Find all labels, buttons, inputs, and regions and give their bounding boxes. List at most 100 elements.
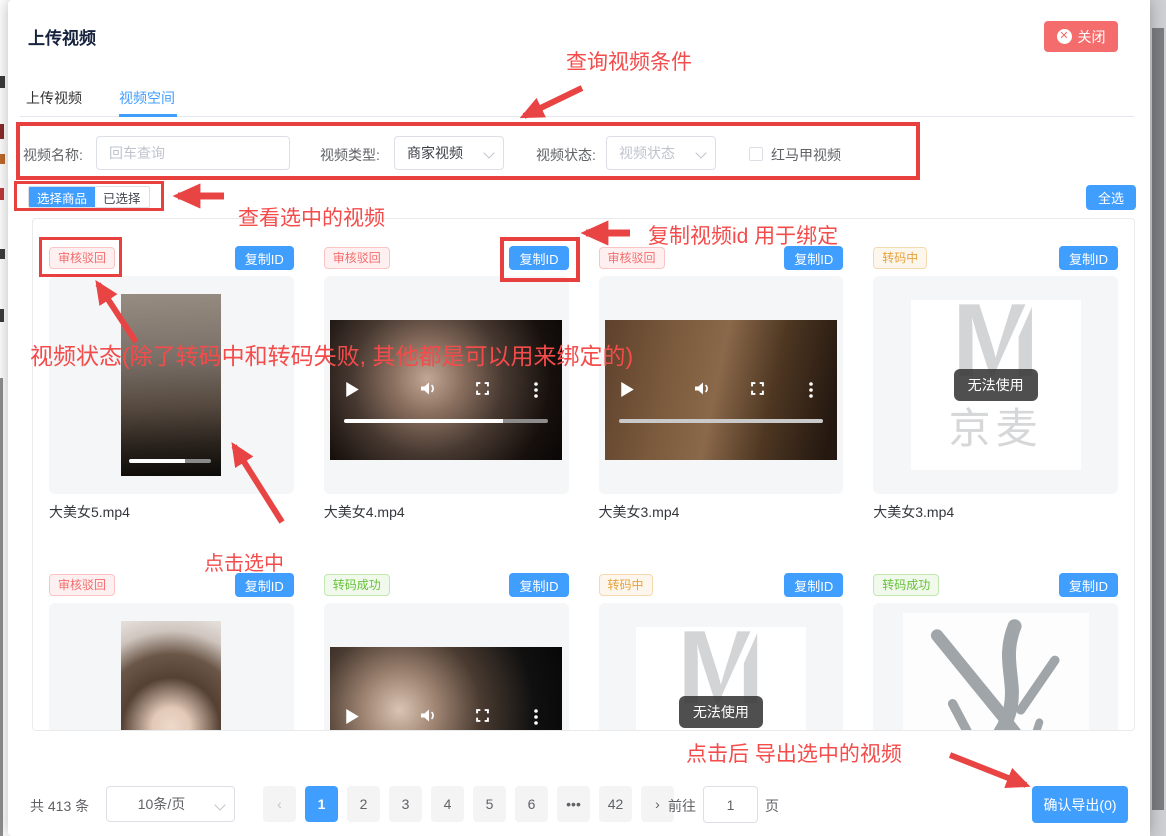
- select-all-button[interactable]: 全选: [1086, 185, 1136, 210]
- select-product-toggle[interactable]: 选择商品: [29, 187, 95, 207]
- pager: ‹ 1 2 3 4 5 6 ••• 42 ›: [263, 786, 674, 822]
- video-thumbnail[interactable]: [49, 603, 294, 731]
- fullscreen-icon: [476, 382, 489, 395]
- page-button-5[interactable]: 5: [473, 786, 506, 822]
- annotation-status-note: 视频状态(除了转码中和转码失败, 其他都是可以用来绑定的): [30, 337, 633, 371]
- status-badge: 审核驳回: [49, 247, 115, 269]
- video-thumbnail[interactable]: [49, 276, 294, 494]
- card-header: 审核驳回 复制ID: [599, 247, 844, 269]
- volume-icon: [421, 709, 436, 722]
- kebab-icon: [534, 709, 538, 725]
- video-filename: 大美女3.mp4: [599, 502, 844, 522]
- volume-icon: [421, 382, 436, 395]
- volume-icon: [695, 382, 710, 395]
- card-header: 转码成功 复制ID: [873, 574, 1118, 596]
- copy-id-button[interactable]: 复制ID: [509, 246, 568, 270]
- more-pages-button[interactable]: •••: [557, 786, 590, 822]
- video-thumbnail[interactable]: M 无法使用: [599, 603, 844, 731]
- video-preview: [330, 647, 562, 731]
- background-page-left-strip: [0, 0, 8, 836]
- annotation-export-note: 点击后 导出选中的视频: [686, 738, 902, 768]
- fullscreen-icon: [751, 382, 764, 395]
- page-button-4[interactable]: 4: [431, 786, 464, 822]
- tab-video-space[interactable]: 视频空间: [119, 88, 175, 108]
- video-progress-bar: [619, 419, 823, 423]
- selected-toggle[interactable]: 已选择: [95, 187, 149, 207]
- status-badge: 审核驳回: [324, 247, 390, 269]
- status-badge: 转码中: [873, 247, 927, 269]
- chevron-down-icon: [695, 147, 706, 158]
- annotation-query-condition: 查询视频条件: [566, 46, 692, 76]
- video-name-label: 视频名称:: [23, 145, 83, 165]
- unusable-overlay: 无法使用: [954, 369, 1038, 401]
- page-button-1[interactable]: 1: [305, 786, 338, 822]
- page-button-3[interactable]: 3: [389, 786, 422, 822]
- video-preview: [121, 621, 221, 731]
- copy-id-button[interactable]: 复制ID: [784, 573, 843, 597]
- copy-id-button[interactable]: 复制ID: [1059, 573, 1118, 597]
- background-text-fragment: [0, 154, 5, 164]
- video-progress-bar: [344, 419, 548, 423]
- video-name-input[interactable]: [96, 136, 290, 170]
- goto-page-unit: 页: [765, 796, 779, 816]
- copy-id-button[interactable]: 复制ID: [509, 573, 568, 597]
- status-badge: 审核驳回: [49, 574, 115, 596]
- play-icon: [346, 709, 359, 724]
- red-vest-checkbox[interactable]: [749, 147, 763, 161]
- video-thumbnail[interactable]: M 京麦 无法使用: [873, 276, 1118, 494]
- card-header: 转码中 复制ID: [599, 574, 844, 596]
- status-badge: 转码成功: [873, 574, 939, 596]
- video-card: 审核驳回 复制ID 大美女4.mp4: [324, 247, 569, 522]
- kebab-icon: [534, 382, 538, 398]
- annotation-click-select: 点击选中: [204, 547, 284, 576]
- kebab-icon: [809, 382, 813, 398]
- prev-page-button[interactable]: ‹: [263, 786, 296, 822]
- page-size-value: 10条/页: [138, 794, 185, 814]
- unusable-overlay: 无法使用: [679, 696, 763, 728]
- red-vest-checkbox-label: 红马甲视频: [771, 145, 841, 165]
- video-filename: 大美女5.mp4: [49, 502, 294, 522]
- close-button-label: 关闭: [1078, 27, 1106, 47]
- scrollbar[interactable]: [1152, 28, 1164, 810]
- total-count: 共 413 条: [30, 796, 89, 816]
- video-controls: [605, 382, 837, 402]
- copy-id-button[interactable]: 复制ID: [1059, 246, 1118, 270]
- copy-id-button[interactable]: 复制ID: [235, 573, 294, 597]
- card-header: 审核驳回 复制ID: [324, 247, 569, 269]
- video-grid-row: 审核驳回 复制ID 转码成功 复制ID: [49, 574, 1118, 731]
- tab-upload-video[interactable]: 上传视频: [26, 88, 82, 108]
- video-progress-bar: [129, 459, 211, 463]
- video-type-select[interactable]: 商家视频: [394, 136, 504, 170]
- chevron-down-icon: [483, 147, 494, 158]
- status-badge: 转码成功: [324, 574, 390, 596]
- status-badge: 转码中: [599, 574, 653, 596]
- video-grid-panel: 审核驳回 复制ID 大美女5.mp4 审核驳回 复制ID: [32, 218, 1135, 731]
- background-text-fragment: [0, 124, 4, 139]
- video-card: 转码中 复制ID M 京麦 无法使用 大美女3.mp4: [873, 247, 1118, 522]
- page-size-select[interactable]: 10条/页: [106, 786, 235, 822]
- copy-id-button[interactable]: 复制ID: [235, 246, 294, 270]
- card-header: 审核驳回 复制ID: [49, 247, 294, 269]
- video-controls: [330, 709, 562, 729]
- video-controls: [330, 382, 562, 402]
- confirm-export-button[interactable]: 确认导出(0): [1032, 786, 1128, 823]
- jingmai-wordmark: 京麦: [949, 395, 1043, 456]
- background-text-fragment: [0, 76, 5, 88]
- video-thumbnail[interactable]: [324, 276, 569, 494]
- video-status-select[interactable]: 视频状态: [606, 136, 716, 170]
- card-header: 转码中 复制ID: [873, 247, 1118, 269]
- video-preview: [121, 294, 221, 476]
- background-page-right-strip: [1150, 0, 1166, 836]
- page-button-2[interactable]: 2: [347, 786, 380, 822]
- video-thumbnail[interactable]: [873, 603, 1118, 731]
- status-badge: 审核驳回: [599, 247, 665, 269]
- video-card: 转码中 复制ID M 无法使用: [599, 574, 844, 731]
- page-button-42[interactable]: 42: [599, 786, 632, 822]
- goto-page-input[interactable]: [703, 786, 758, 823]
- close-button[interactable]: ✕ 关闭: [1044, 21, 1118, 52]
- annotation-copy-id: 复制视频id 用于绑定: [648, 220, 838, 250]
- annotation-view-selected: 查看选中的视频: [238, 202, 385, 232]
- page-button-6[interactable]: 6: [515, 786, 548, 822]
- video-thumbnail[interactable]: [324, 603, 569, 731]
- video-thumbnail[interactable]: [599, 276, 844, 494]
